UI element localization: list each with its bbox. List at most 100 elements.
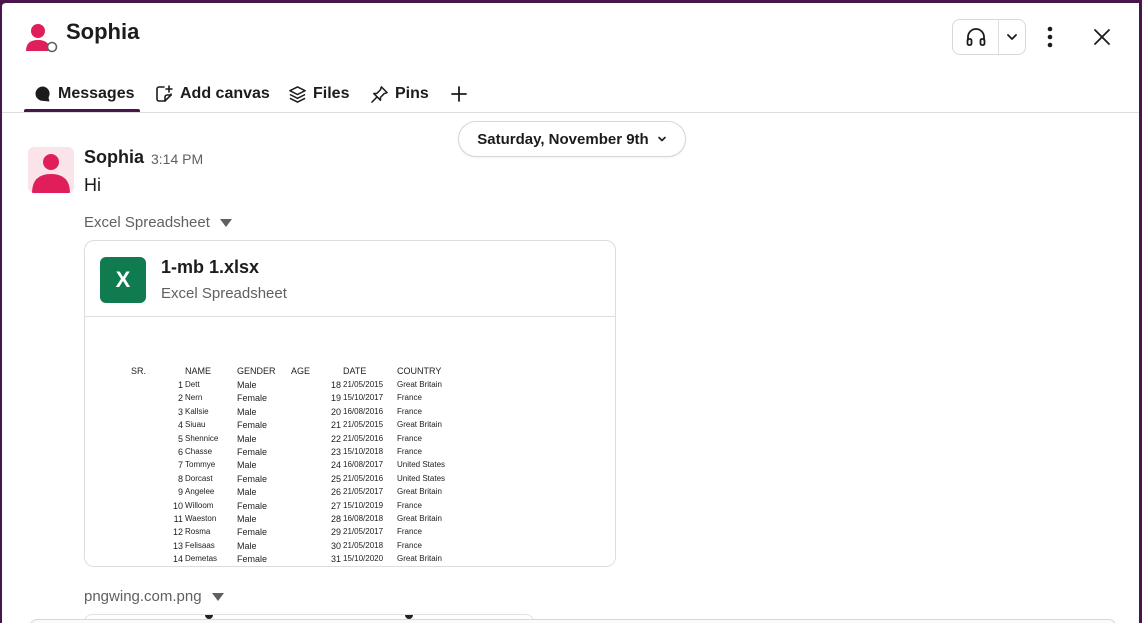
table-cell-country: Great Britain — [397, 420, 442, 430]
table-cell-sr: 13 — [172, 540, 183, 551]
table-cell-name: Kallsie — [185, 406, 209, 416]
table-cell-gender: Female — [237, 554, 268, 565]
table-cell-gender: Male — [237, 487, 257, 498]
table-cell-country: Great Britain — [397, 554, 442, 564]
column-header: GENDER — [237, 366, 276, 376]
table-cell-country: Great Britain — [397, 380, 442, 389]
more-actions-button[interactable] — [1038, 23, 1062, 51]
conversation-title[interactable]: Sophia — [66, 19, 139, 45]
kebab-menu-icon — [1047, 26, 1053, 48]
table-cell-country: France — [397, 527, 422, 537]
table-cell-gender: Male — [237, 513, 257, 524]
message-sender[interactable]: Sophia — [84, 147, 144, 168]
table-cell-name: Siuau — [185, 420, 206, 430]
table-cell-date: 16/08/2016 — [343, 406, 384, 416]
channel-header: Sophia — [2, 3, 1139, 67]
table-cell-date: 16/08/2018 — [343, 513, 384, 523]
table-cell-sr: 6 — [177, 446, 183, 457]
caret-down-icon — [219, 218, 232, 227]
table-cell-name: Nern — [185, 393, 203, 403]
table-cell-age: 20 — [330, 406, 341, 417]
column-header: COUNTRY — [397, 366, 442, 376]
column-header: SR. — [131, 366, 147, 376]
attachment-toggle[interactable]: Excel Spreadsheet — [84, 214, 232, 231]
column-header: NAME — [185, 366, 212, 376]
table-cell-age: 30 — [330, 540, 341, 551]
table-cell-gender: Male — [237, 406, 257, 417]
huddle-options[interactable] — [999, 20, 1025, 54]
table-cell-gender: Female — [237, 473, 268, 484]
table-cell-gender: Female — [237, 527, 268, 538]
file-header[interactable]: X 1-mb 1.xlsx Excel Spreadsheet — [85, 241, 615, 317]
table-cell-date: 21/05/2016 — [343, 433, 384, 443]
table-cell-sr: 11 — [173, 513, 183, 524]
file-name[interactable]: 1-mb 1.xlsx — [161, 257, 259, 278]
user-avatar-icon — [32, 154, 70, 193]
table-cell-gender: Female — [237, 500, 268, 511]
attachment-label: Excel Spreadsheet — [84, 214, 210, 231]
column-header: DATE — [343, 366, 367, 376]
excel-file-icon: X — [100, 257, 146, 303]
avatar[interactable] — [28, 147, 74, 193]
table-cell-name: Dorcast — [185, 473, 213, 483]
table-cell-sr: 9 — [177, 487, 183, 498]
table-cell-age: 18 — [330, 380, 341, 390]
table-cell-date: 21/05/2016 — [343, 473, 384, 483]
tab-add-canvas[interactable]: Add canvas — [154, 79, 270, 109]
spreadsheet-preview[interactable]: SR. NAME GENDER AGE DATE COUNTRY 1 Dett Ma… — [85, 318, 615, 566]
table-cell-name: Willoom — [185, 500, 214, 510]
message-timestamp[interactable]: 3:14 PM — [151, 151, 203, 167]
table-cell-country: France — [397, 446, 422, 456]
table-cell-sr: 10 — [172, 500, 183, 511]
table-cell-date: 16/08/2017 — [343, 460, 384, 470]
huddle-start[interactable] — [953, 20, 999, 54]
away-status-icon — [46, 41, 58, 53]
table-cell-age: 25 — [330, 473, 341, 484]
table-cell-sr: 5 — [177, 433, 183, 444]
table-cell-name: Chasse — [185, 446, 213, 456]
user-avatar-icon[interactable] — [24, 21, 58, 55]
date-divider-button[interactable]: Saturday, November 9th — [458, 121, 686, 157]
table-cell-age: 21 — [330, 420, 341, 431]
tab-files[interactable]: Files — [288, 79, 349, 109]
table-cell-date: 21/05/2015 — [343, 380, 384, 389]
table-cell-country: France — [397, 406, 422, 416]
table-cell-sr: 3 — [177, 406, 183, 417]
add-tab-button[interactable] — [450, 79, 468, 109]
table-cell-name: Rosma — [185, 527, 211, 537]
close-icon — [1094, 29, 1110, 45]
message-text: Hi — [84, 175, 101, 195]
add-canvas-icon — [156, 85, 173, 102]
tab-label: Pins — [395, 85, 429, 102]
table-cell-gender: Male — [237, 460, 257, 471]
table-cell-name: Felisaas — [185, 540, 215, 550]
table-cell-name: Waeston — [185, 513, 217, 523]
table-cell-gender: Female — [237, 446, 268, 457]
table-cell-date: 15/10/2017 — [343, 393, 384, 403]
close-button[interactable] — [1088, 23, 1116, 51]
chevron-down-icon — [1007, 34, 1017, 40]
chevron-down-icon — [657, 136, 666, 142]
table-cell-date: 15/10/2018 — [343, 446, 384, 456]
pin-icon — [371, 85, 388, 103]
table-cell-country: Great Britain — [397, 513, 442, 523]
file-attachment-card[interactable]: X 1-mb 1.xlsx Excel Spreadsheet SR. NAME… — [84, 240, 616, 567]
tab-pins[interactable]: Pins — [370, 79, 429, 109]
png-attachment-toggle[interactable]: pngwing.com.png — [84, 588, 224, 605]
table-cell-sr: 7 — [177, 460, 183, 471]
active-tab-indicator — [24, 109, 140, 112]
table-cell-age: 24 — [330, 460, 341, 471]
table-cell-age: 29 — [330, 527, 341, 538]
table-cell-sr: 4 — [177, 420, 183, 431]
message-bubble-icon — [35, 86, 50, 102]
table-cell-country: France — [397, 433, 422, 443]
message-composer[interactable] — [30, 619, 1116, 623]
table-cell-age: 22 — [330, 433, 341, 444]
huddle-button[interactable] — [952, 19, 1026, 55]
table-cell-gender: Female — [237, 420, 268, 431]
tab-messages[interactable]: Messages — [34, 79, 135, 109]
table-cell-country: France — [397, 500, 422, 510]
table-cell-gender: Male — [237, 433, 257, 444]
table-cell-country: United States — [397, 460, 446, 470]
table-cell-gender: Male — [237, 380, 257, 390]
